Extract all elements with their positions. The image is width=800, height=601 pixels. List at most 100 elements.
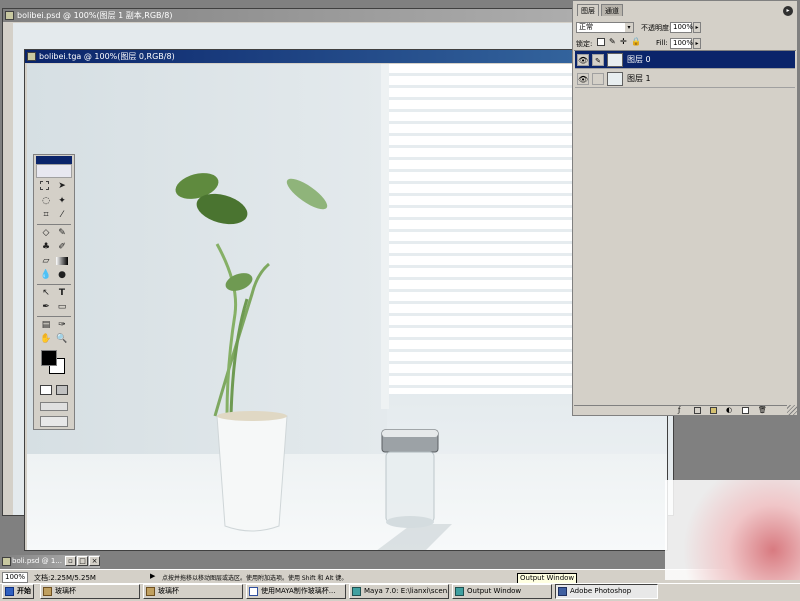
slice-tool-icon[interactable]: ⁄ xyxy=(56,209,68,221)
tab-layers[interactable]: 图层 xyxy=(577,4,599,16)
fill-label: Fill: xyxy=(656,39,668,47)
doc-window-title: bolibei.tga @ 100%(图层 0,RGB/8) xyxy=(39,52,175,61)
toolbox-divider xyxy=(37,224,71,225)
zoom-field[interactable]: 100% xyxy=(2,572,28,583)
brush-link-icon[interactable]: ✎ xyxy=(592,54,604,66)
canvas-image[interactable] xyxy=(27,64,667,550)
taskbar-item-4[interactable]: Output Window xyxy=(452,584,552,599)
start-label: 开始 xyxy=(17,587,31,595)
opacity-label: 不透明度: xyxy=(641,24,672,32)
doc-window-titlebar[interactable]: bolibei.tga @ 100%(图层 0,RGB/8) xyxy=(25,50,667,63)
restore-button[interactable]: ▫ xyxy=(65,556,76,566)
palette-menu-icon[interactable]: ▸ xyxy=(783,6,793,16)
doc-size: 文档:2.25M/5.25M xyxy=(34,574,96,582)
maya-icon xyxy=(352,587,361,596)
windows-logo-icon xyxy=(5,587,14,596)
move-tool-icon[interactable]: ➤ xyxy=(56,180,68,192)
fill-field[interactable]: 100% xyxy=(670,38,693,49)
fill-slider-arrow-icon[interactable]: ▸ xyxy=(693,38,701,49)
document-icon xyxy=(2,557,11,566)
new-layer-icon[interactable] xyxy=(742,407,749,414)
toolbox-header[interactable] xyxy=(36,156,72,164)
lock-all-icon[interactable]: 🔒 xyxy=(631,37,641,46)
document-icon xyxy=(5,11,14,20)
standard-mode-button[interactable] xyxy=(40,385,52,395)
toolbox-panel[interactable]: ➤ ◌ ✦ ⌗ ⁄ ◇ ✎ ♣ ✐ ▱ 💧 ● ↖ T ✒ ▭ ▤ ✑ ✋ 🔍 xyxy=(33,154,75,430)
document-icon xyxy=(27,52,36,61)
layer-row-0[interactable]: 👁 ✎ 图层 0 xyxy=(575,51,795,69)
layer-name: 图层 0 xyxy=(627,55,651,64)
eraser-tool-icon[interactable]: ▱ xyxy=(40,255,52,267)
type-tool-icon[interactable]: T xyxy=(56,287,68,299)
maximize-button[interactable]: □ xyxy=(77,556,88,566)
notes-tool-icon[interactable]: ▤ xyxy=(40,319,52,331)
toolbox-divider xyxy=(37,316,71,317)
taskbar-item-0[interactable]: 玻璃杯 xyxy=(40,584,140,599)
opacity-field[interactable]: 100% xyxy=(670,22,693,33)
layer-row-1[interactable]: 👁 图层 1 xyxy=(575,70,795,88)
quickmask-mode-button[interactable] xyxy=(56,385,68,395)
document-app-icon xyxy=(249,587,258,596)
shape-tool-icon[interactable]: ▭ xyxy=(56,301,68,313)
maya-icon xyxy=(455,587,464,596)
start-button[interactable]: 开始 xyxy=(2,584,34,599)
folder-icon xyxy=(146,587,155,596)
foreground-color-swatch[interactable] xyxy=(41,350,57,366)
window-frame xyxy=(381,64,389,409)
healing-brush-icon[interactable]: ◇ xyxy=(40,227,52,239)
tab-channels[interactable]: 通道 xyxy=(601,4,623,16)
status-arrow-icon[interactable]: ▶ xyxy=(150,572,155,580)
history-brush-icon[interactable]: ✐ xyxy=(56,241,68,253)
status-hint: 点按并拖移以移动图层或选区。使用附加选项。使用 Shift 和 Alt 键。 xyxy=(162,575,348,582)
minimized-doc-title: boli.psd @ 1... xyxy=(12,557,62,565)
taskbar-item-5[interactable]: Adobe Photoshop xyxy=(555,584,658,599)
eyedropper-tool-icon[interactable]: ✑ xyxy=(56,319,68,331)
clone-stamp-icon[interactable]: ♣ xyxy=(40,241,52,253)
folder-icon xyxy=(43,587,52,596)
dodge-tool-icon[interactable]: ● xyxy=(56,269,68,281)
link-box-icon[interactable] xyxy=(592,73,604,85)
corner-decoration xyxy=(665,480,800,580)
layer-style-icon[interactable]: ƒ xyxy=(678,406,680,414)
taskbar-item-label: Output Window xyxy=(467,587,522,595)
chevron-down-icon[interactable]: ▾ xyxy=(625,23,633,32)
minimized-document[interactable]: boli.psd @ 1... ▫ □ × xyxy=(0,555,100,568)
taskbar-item-2[interactable]: 使用MAYA制作玻璃杯... xyxy=(246,584,346,599)
brush-tool-icon[interactable]: ✎ xyxy=(56,227,68,239)
crop-tool-icon[interactable]: ⌗ xyxy=(40,209,52,221)
pen-tool-icon[interactable]: ✒ xyxy=(40,301,52,313)
blur-tool-icon[interactable]: 💧 xyxy=(40,269,52,281)
layer-set-icon[interactable] xyxy=(710,407,717,414)
adjustment-layer-icon[interactable]: ◐ xyxy=(726,406,732,414)
lock-image-icon[interactable]: ✎ xyxy=(609,37,616,46)
taskbar-item-label: Maya 7.0: E:\lianxi\scen... xyxy=(364,587,449,595)
lock-position-icon[interactable]: ✛ xyxy=(620,37,627,46)
zoom-tool-icon[interactable]: 🔍 xyxy=(56,333,68,345)
hand-tool-icon[interactable]: ✋ xyxy=(40,333,52,345)
toolbox-divider xyxy=(37,284,71,285)
layers-palette[interactable]: 图层 通道 ▸ 正常 ▾ 不透明度: 100% ▸ 锁定: ✎ ✛ 🔒 Fill… xyxy=(572,0,798,416)
lasso-tool-icon[interactable]: ◌ xyxy=(40,195,52,207)
gradient-tool-icon[interactable] xyxy=(56,257,68,265)
taskbar-item-3[interactable]: Maya 7.0: E:\lianxi\scen... xyxy=(349,584,449,599)
eye-visibility-icon[interactable]: 👁 xyxy=(577,73,589,85)
layers-footer: ƒ ◐ 🗑 xyxy=(574,405,796,415)
layer-thumbnail xyxy=(607,53,623,67)
opacity-slider-arrow-icon[interactable]: ▸ xyxy=(693,22,701,33)
taskbar-item-1[interactable]: 玻璃杯 xyxy=(143,584,243,599)
lock-transparency-icon[interactable] xyxy=(597,38,605,46)
close-button[interactable]: × xyxy=(89,556,100,566)
magic-wand-icon[interactable]: ✦ xyxy=(56,195,68,207)
jump-to-imageready-button[interactable] xyxy=(40,416,68,427)
taskbar-item-label: Adobe Photoshop xyxy=(570,587,632,595)
marquee-tool-icon[interactable] xyxy=(40,181,49,190)
path-selection-icon[interactable]: ↖ xyxy=(40,287,52,299)
layer-name: 图层 1 xyxy=(627,74,651,83)
screen-mode-buttons[interactable] xyxy=(40,402,68,411)
palette-resize-grip[interactable] xyxy=(787,405,797,415)
eye-visibility-icon[interactable]: 👁 xyxy=(577,54,589,66)
photoshop-icon xyxy=(558,587,567,596)
mask-icon[interactable] xyxy=(694,407,701,414)
layer-thumbnail xyxy=(607,72,623,86)
trash-icon[interactable]: 🗑 xyxy=(758,406,767,414)
